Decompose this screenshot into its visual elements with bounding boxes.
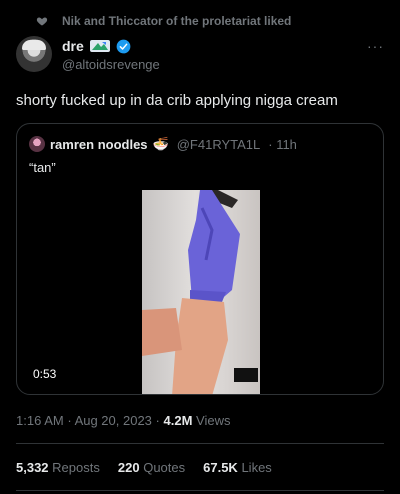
quoted-avatar[interactable] [29, 136, 45, 152]
quoted-header: ramren noodles 🍜 @F41RYTA1L · 11h [29, 136, 297, 152]
quoted-display-name[interactable]: ramren noodles [50, 137, 148, 152]
more-icon[interactable]: ··· [367, 38, 384, 54]
video-duration: 0:53 [27, 364, 63, 384]
tweet-date[interactable]: Aug 20, 2023 [75, 413, 152, 428]
reposts-stat[interactable]: 5,332 Reposts [16, 460, 100, 475]
quoted-tweet[interactable]: ramren noodles 🍜 @F41RYTA1L · 11h “tan” … [16, 123, 384, 395]
verified-badge-icon [116, 39, 131, 53]
heart-icon [36, 17, 48, 26]
views-label: Views [196, 413, 231, 428]
social-context-text: Nik and Thiccator of the proletariat lik… [62, 14, 292, 28]
quotes-label: Quotes [143, 460, 186, 475]
noodle-emoji-icon: 🍜 [152, 136, 169, 151]
views-count: 4.2M [163, 413, 193, 428]
tweet-meta: 1:16 AM · Aug 20, 2023 · 4.2M Views [16, 413, 231, 428]
author-block: dre @altoidsrevenge [62, 38, 160, 72]
video-player[interactable] [142, 190, 260, 394]
tweet-text: shorty fucked up in da crib applying nig… [16, 92, 338, 109]
reposts-label: Reposts [52, 460, 100, 475]
video-thumbnail [142, 190, 258, 394]
tweet-time[interactable]: 1:16 AM [16, 413, 64, 428]
quotes-count: 220 [117, 460, 140, 475]
divider [16, 443, 384, 444]
divider [16, 490, 384, 491]
flag-emoji-icon [89, 40, 110, 52]
quoted-time[interactable]: · 11h [268, 137, 297, 152]
reposts-count: 5,332 [16, 460, 49, 475]
avatar[interactable] [16, 36, 52, 72]
quoted-text: “tan” [29, 160, 56, 175]
author-handle[interactable]: @altoidsrevenge [62, 57, 160, 72]
likes-stat[interactable]: 67.5K Likes [203, 460, 272, 475]
likes-count: 67.5K [203, 460, 238, 475]
display-name[interactable]: dre [62, 38, 84, 54]
quotes-stat[interactable]: 220 Quotes [118, 460, 185, 475]
quoted-handle[interactable]: @F41RYTA1L [177, 137, 261, 152]
engagement-stats: 5,332 Reposts 220 Quotes 67.5K Likes [16, 460, 272, 475]
social-context[interactable]: Nik and Thiccator of the proletariat lik… [36, 14, 291, 28]
likes-label: Likes [241, 460, 272, 475]
